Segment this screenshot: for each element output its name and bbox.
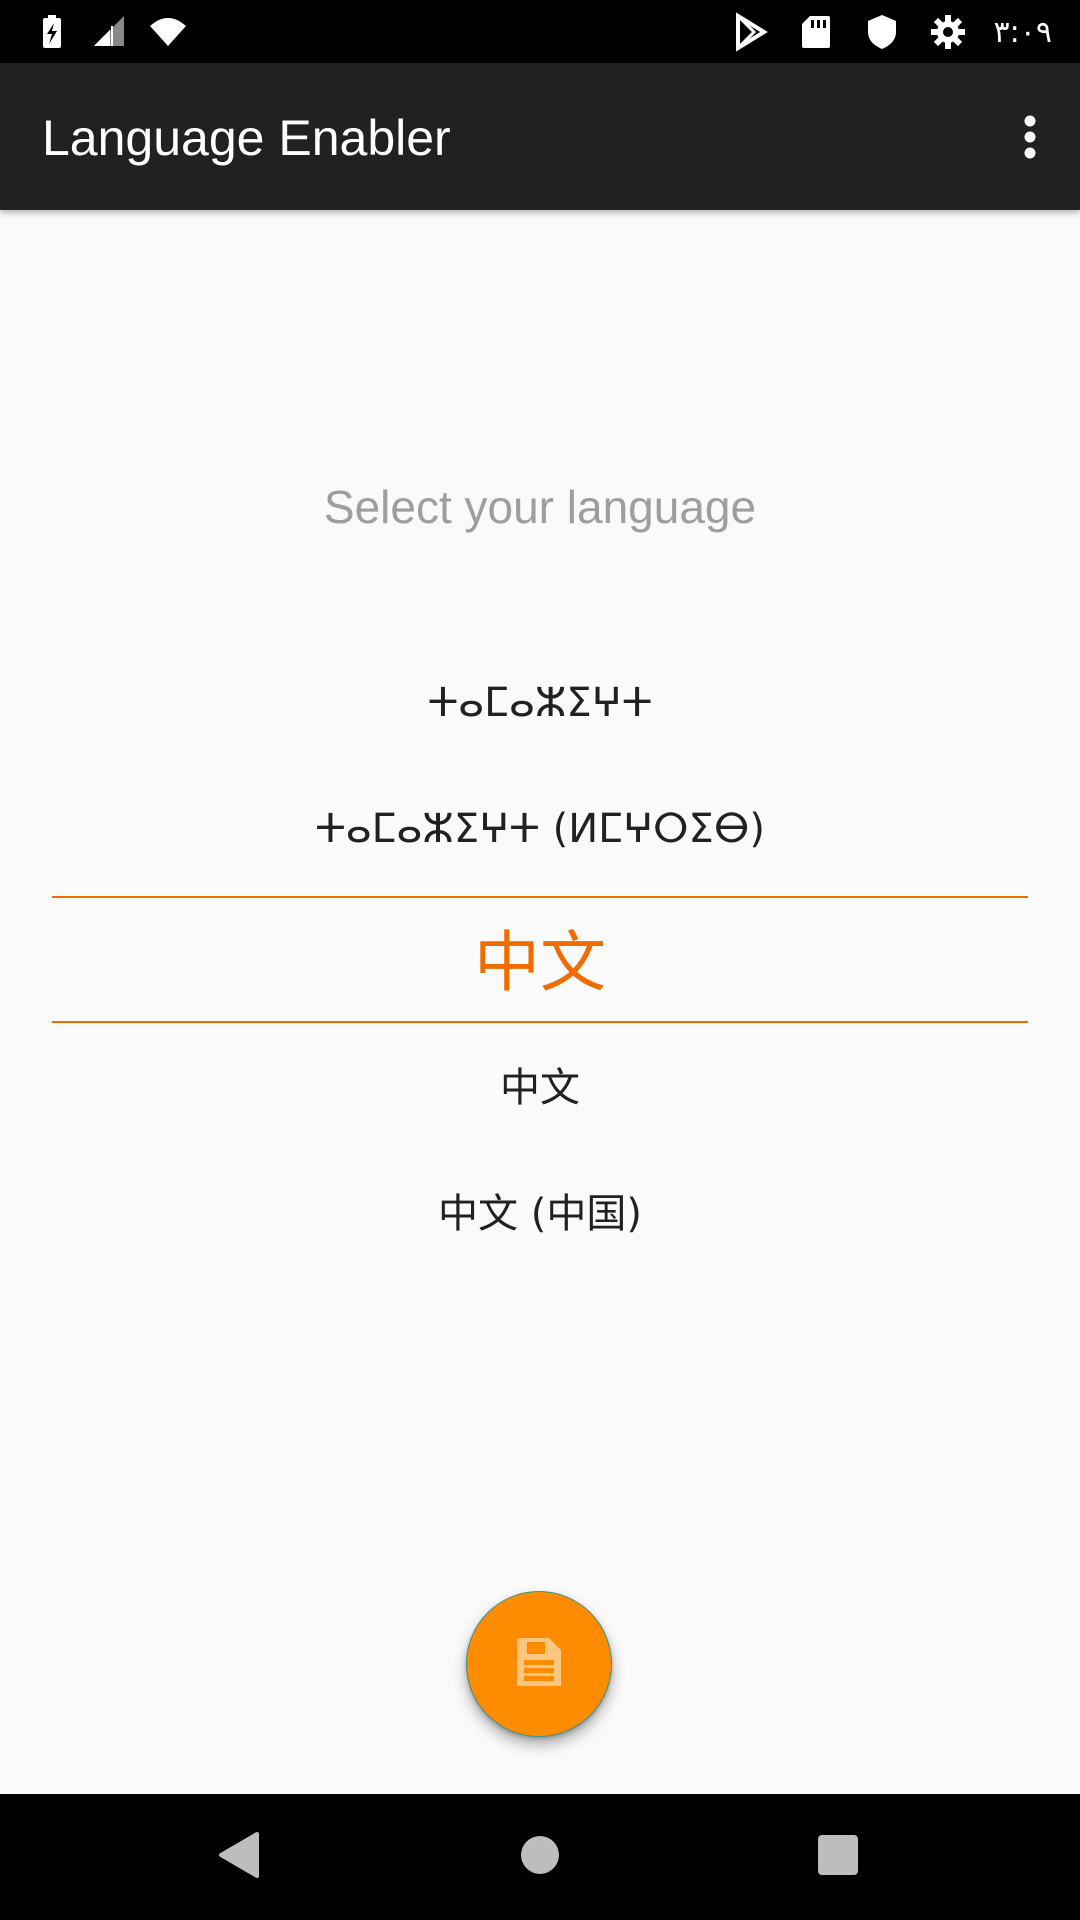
cellular-signal-icon: [90, 12, 130, 52]
sd-card-icon: [796, 12, 836, 52]
wifi-icon: [148, 12, 188, 52]
navigation-bar: [0, 1794, 1080, 1920]
save-floppy-icon: [515, 1636, 563, 1692]
app-title: Language Enabler: [42, 110, 451, 166]
recents-square-icon: [816, 1833, 860, 1881]
main-content: Select your language ⵜⴰⵎⴰⵣⵉⵖⵜ ⵜⴰⵎⴰⵣⵉⵖⵜ (…: [0, 210, 1080, 1794]
language-option[interactable]: 中文 (中国): [52, 1147, 1028, 1273]
more-vert-icon: [1022, 113, 1038, 165]
shield-icon: [862, 12, 902, 52]
select-language-prompt: Select your language: [323, 481, 757, 533]
language-option[interactable]: ⵜⴰⵎⴰⵣⵉⵖⵜ (ⵍⵎⵖⵔⵉⴱ): [52, 766, 1028, 892]
language-option[interactable]: 中文: [52, 1021, 1028, 1147]
language-option-selected[interactable]: 中文: [52, 894, 1028, 1020]
home-circle-icon: [518, 1833, 562, 1881]
back-triangle-icon: [217, 1830, 261, 1884]
clock: ۳:۰۹: [993, 14, 1052, 50]
battery-charging-icon: [32, 12, 72, 52]
back-button[interactable]: [199, 1817, 279, 1897]
overflow-menu-button[interactable]: [994, 103, 1066, 175]
play-store-icon: [730, 12, 770, 52]
save-button[interactable]: [466, 1591, 612, 1737]
recents-button[interactable]: [798, 1817, 878, 1897]
app-bar: Language Enabler: [0, 63, 1080, 210]
language-picker[interactable]: ⵜⴰⵎⴰⵣⵉⵖⵜ ⵜⴰⵎⴰⵣⵉⵖⵜ (ⵍⵎⵖⵔⵉⴱ) 中文 中文 中文 (中国): [52, 640, 1028, 1270]
language-option[interactable]: ⵜⴰⵎⴰⵣⵉⵖⵜ: [52, 640, 1028, 766]
home-button[interactable]: [500, 1817, 580, 1897]
settings-gear-icon: [928, 12, 968, 52]
status-bar: ۳:۰۹: [0, 0, 1080, 63]
